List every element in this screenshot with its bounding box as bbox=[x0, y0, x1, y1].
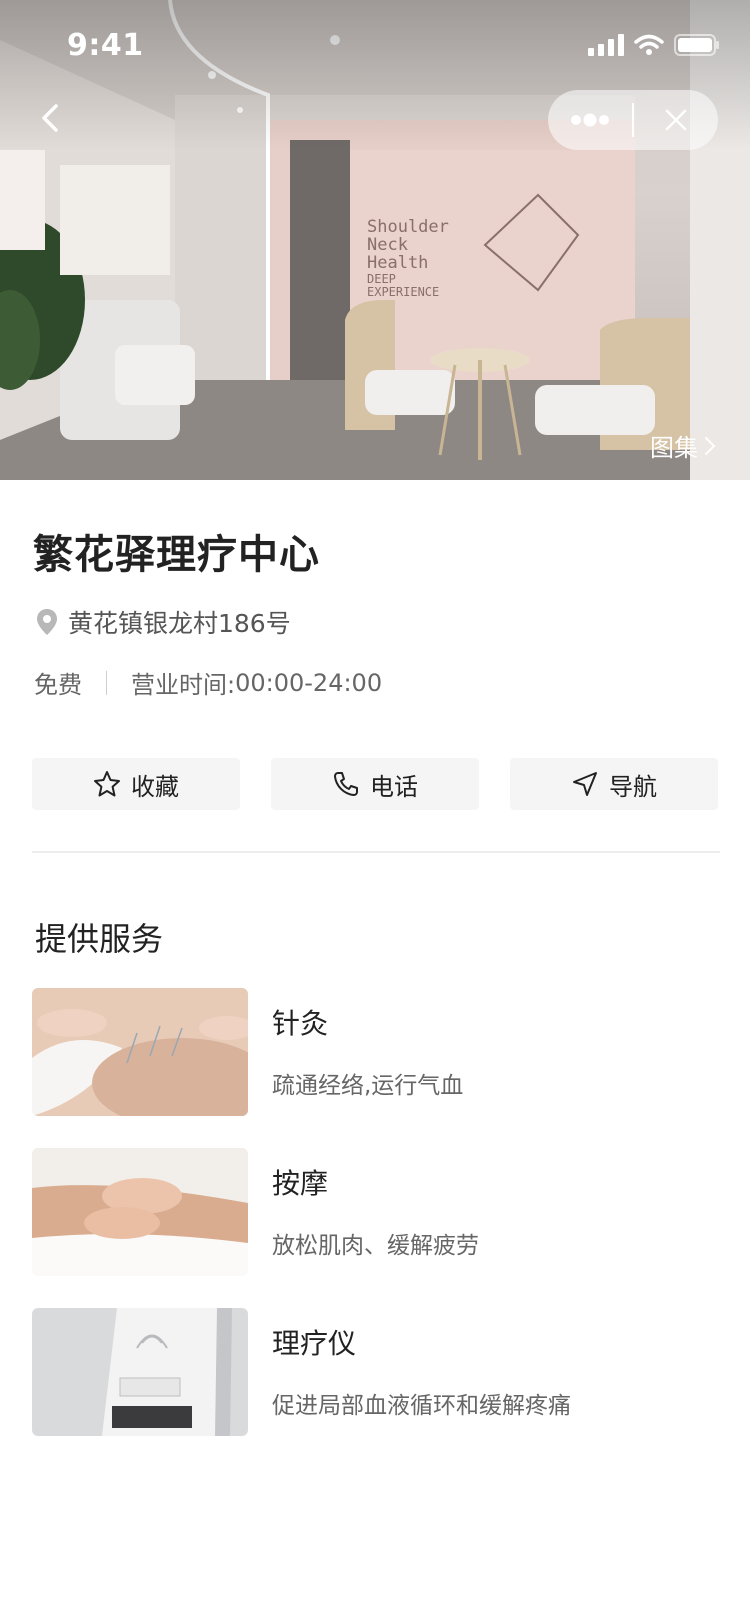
service-desc: 促进局部血液循环和缓解疼痛 bbox=[272, 1393, 571, 1419]
svg-text:DEEP: DEEP bbox=[367, 272, 396, 286]
acupuncture-thumbnail bbox=[32, 988, 248, 1116]
hero-image[interactable]: Shoulder Neck Health DEEP EXPERIENCE bbox=[0, 0, 750, 480]
service-item-therapy-device[interactable]: 理疗仪 促进局部血液循环和缓解疼痛 bbox=[32, 1308, 722, 1436]
location-pin-icon bbox=[37, 609, 57, 635]
therapy-device-thumbnail bbox=[32, 1308, 248, 1436]
back-button[interactable] bbox=[28, 96, 72, 140]
service-item-acupuncture[interactable]: 针灸 疏通经络,运行气血 bbox=[32, 988, 722, 1116]
svg-text:Health: Health bbox=[367, 253, 428, 273]
signal-icon bbox=[588, 34, 624, 56]
service-desc: 疏通经络,运行气血 bbox=[272, 1073, 464, 1099]
services-section-title: 提供服务 bbox=[35, 920, 164, 958]
svg-text:Neck: Neck bbox=[367, 235, 408, 255]
more-dots-icon bbox=[571, 113, 609, 127]
phone-button[interactable]: 电话 bbox=[271, 758, 479, 810]
chevron-left-icon bbox=[42, 104, 58, 132]
svg-text:Shoulder: Shoulder bbox=[367, 217, 449, 237]
massage-thumbnail bbox=[32, 1148, 248, 1276]
favorite-label: 收藏 bbox=[131, 772, 179, 801]
address-text: 黄花镇银龙村186号 bbox=[68, 609, 291, 638]
close-icon bbox=[665, 109, 687, 131]
chevron-right-icon bbox=[705, 436, 716, 455]
meta-divider bbox=[106, 670, 107, 695]
status-time: 9:41 bbox=[67, 28, 144, 63]
mini-program-capsule bbox=[548, 90, 718, 150]
hours-label: 营业时间: bbox=[131, 671, 236, 699]
section-divider bbox=[32, 851, 720, 853]
navigate-button[interactable]: 导航 bbox=[510, 758, 718, 810]
price-text: 免费 bbox=[34, 671, 82, 699]
wifi-icon bbox=[634, 34, 664, 55]
hours-value: 00:00-24:00 bbox=[235, 668, 383, 697]
close-button[interactable] bbox=[634, 90, 718, 150]
star-icon bbox=[94, 771, 120, 797]
action-bar: 收藏 电话 导航 bbox=[32, 758, 718, 810]
favorite-button[interactable]: 收藏 bbox=[32, 758, 240, 810]
more-button[interactable] bbox=[548, 90, 632, 150]
service-item-massage[interactable]: 按摩 放松肌肉、缓解疲劳 bbox=[32, 1148, 722, 1276]
navigation-arrow-icon bbox=[573, 772, 597, 796]
service-name: 按摩 bbox=[272, 1167, 329, 1200]
service-desc: 放松肌肉、缓解疲劳 bbox=[272, 1233, 479, 1259]
gallery-link[interactable]: 图集 bbox=[650, 428, 716, 463]
service-name: 针灸 bbox=[272, 1007, 329, 1040]
service-name: 理疗仪 bbox=[272, 1327, 357, 1360]
phone-icon bbox=[334, 772, 358, 796]
place-meta: 免费 营业时间: 00:00-24:00 bbox=[34, 665, 382, 700]
navigate-label: 导航 bbox=[609, 772, 657, 801]
place-title: 繁花驿理疗中心 bbox=[33, 532, 320, 578]
status-icons bbox=[588, 34, 720, 56]
svg-text:EXPERIENCE: EXPERIENCE bbox=[367, 285, 439, 299]
place-address[interactable]: 黄花镇银龙村186号 bbox=[36, 604, 291, 640]
gallery-label: 图集 bbox=[650, 434, 698, 462]
battery-icon bbox=[674, 34, 719, 56]
phone-label: 电话 bbox=[370, 772, 418, 801]
